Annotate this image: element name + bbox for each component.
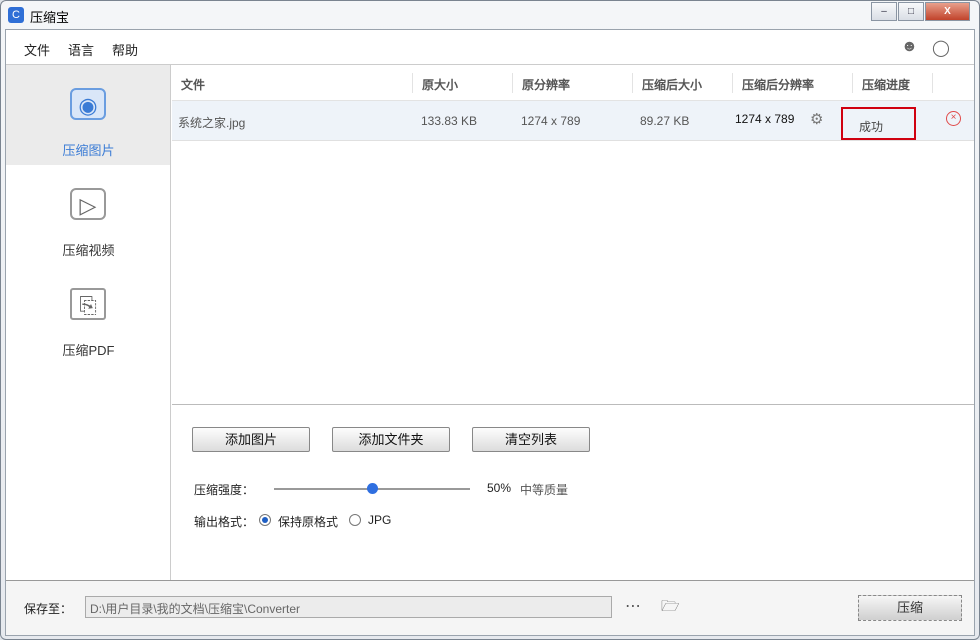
format-label: 输出格式： [194, 513, 254, 530]
compression-label: 压缩强度： [194, 481, 254, 498]
folder-icon[interactable]: 🗁 [661, 596, 680, 621]
compressed-resolution: 1274 x 789 [735, 112, 794, 126]
app-logo-icon: C [8, 7, 24, 23]
file-name: 系统之家.jpg [178, 114, 245, 131]
add-image-button[interactable]: 添加图片 [192, 427, 310, 452]
compression-slider[interactable] [274, 488, 470, 490]
start-compress-button[interactable]: 压缩 [858, 595, 962, 621]
pdf-icon: ⎘ [70, 288, 106, 320]
original-size: 133.83 KB [421, 114, 477, 128]
quality-label: 中等质量 [520, 481, 568, 498]
close-button[interactable]: X [925, 2, 970, 21]
app-window: C 压缩宝 – □ X 文件 语言 帮助 ☻ ◯ ◉ 压缩图片 ▷ 压缩视频 ⎘… [0, 0, 980, 640]
file-table: 文件 原大小 原分辨率 压缩后大小 压缩后分辨率 压缩进度 系统之家.jpg 1… [172, 65, 974, 405]
keep-format-label[interactable]: 保持原格式 [278, 513, 338, 530]
chat-icon[interactable]: ◯ [932, 38, 950, 58]
window-title: 压缩宝 [30, 7, 69, 26]
status-badge: 成功 [841, 107, 916, 140]
col-resolution: 原分辨率 [522, 76, 570, 93]
save-path-input[interactable]: D:\用户目录\我的文档\压缩宝\Converter [85, 596, 612, 618]
menu-file[interactable]: 文件 [24, 40, 50, 59]
menu-language[interactable]: 语言 [68, 40, 94, 59]
table-row[interactable]: 系统之家.jpg 133.83 KB 1274 x 789 89.27 KB 1… [172, 101, 974, 141]
sidebar-label: 压缩PDF [6, 340, 171, 359]
jpg-radio[interactable] [349, 514, 361, 526]
gear-icon[interactable]: ⚙ [810, 110, 823, 128]
sidebar-item-compress-video[interactable]: ▷ 压缩视频 [6, 165, 170, 265]
keep-format-radio[interactable] [259, 514, 271, 526]
compression-percent: 50% [487, 481, 511, 495]
video-camera-icon: ▷ [70, 188, 106, 220]
sidebar-item-compress-image[interactable]: ◉ 压缩图片 [6, 65, 170, 165]
compressed-size: 89.27 KB [640, 114, 689, 128]
sidebar: ◉ 压缩图片 ▷ 压缩视频 ⎘ 压缩PDF [6, 65, 171, 580]
menu-bar: 文件 语言 帮助 ☻ ◯ [6, 30, 974, 65]
sidebar-item-compress-pdf[interactable]: ⎘ 压缩PDF [6, 265, 170, 365]
user-icon[interactable]: ☻ [901, 38, 918, 56]
camera-icon: ◉ [70, 88, 106, 120]
clear-list-button[interactable]: 清空列表 [472, 427, 590, 452]
slider-knob[interactable] [367, 483, 378, 494]
col-size: 原大小 [422, 76, 458, 93]
col-new-resolution: 压缩后分辨率 [742, 76, 814, 93]
original-resolution: 1274 x 789 [521, 114, 580, 128]
sidebar-label: 压缩视频 [6, 240, 171, 259]
jpg-label[interactable]: JPG [368, 513, 391, 527]
col-file: 文件 [181, 76, 205, 93]
col-progress: 压缩进度 [862, 76, 910, 93]
minimize-button[interactable]: – [871, 2, 897, 21]
footer: 保存至： D:\用户目录\我的文档\压缩宝\Converter ⋯ 🗁 压缩 [6, 580, 974, 635]
save-to-label: 保存至： [24, 600, 72, 617]
sidebar-label: 压缩图片 [6, 140, 171, 159]
table-header: 文件 原大小 原分辨率 压缩后大小 压缩后分辨率 压缩进度 [172, 65, 974, 101]
add-folder-button[interactable]: 添加文件夹 [332, 427, 450, 452]
menu-help[interactable]: 帮助 [112, 40, 138, 59]
more-options-icon[interactable]: ⋯ [625, 596, 641, 616]
title-bar: C 压缩宝 – □ X [1, 1, 979, 29]
remove-icon[interactable]: × [946, 111, 961, 126]
maximize-button[interactable]: □ [898, 2, 924, 21]
col-new-size: 压缩后大小 [642, 76, 702, 93]
